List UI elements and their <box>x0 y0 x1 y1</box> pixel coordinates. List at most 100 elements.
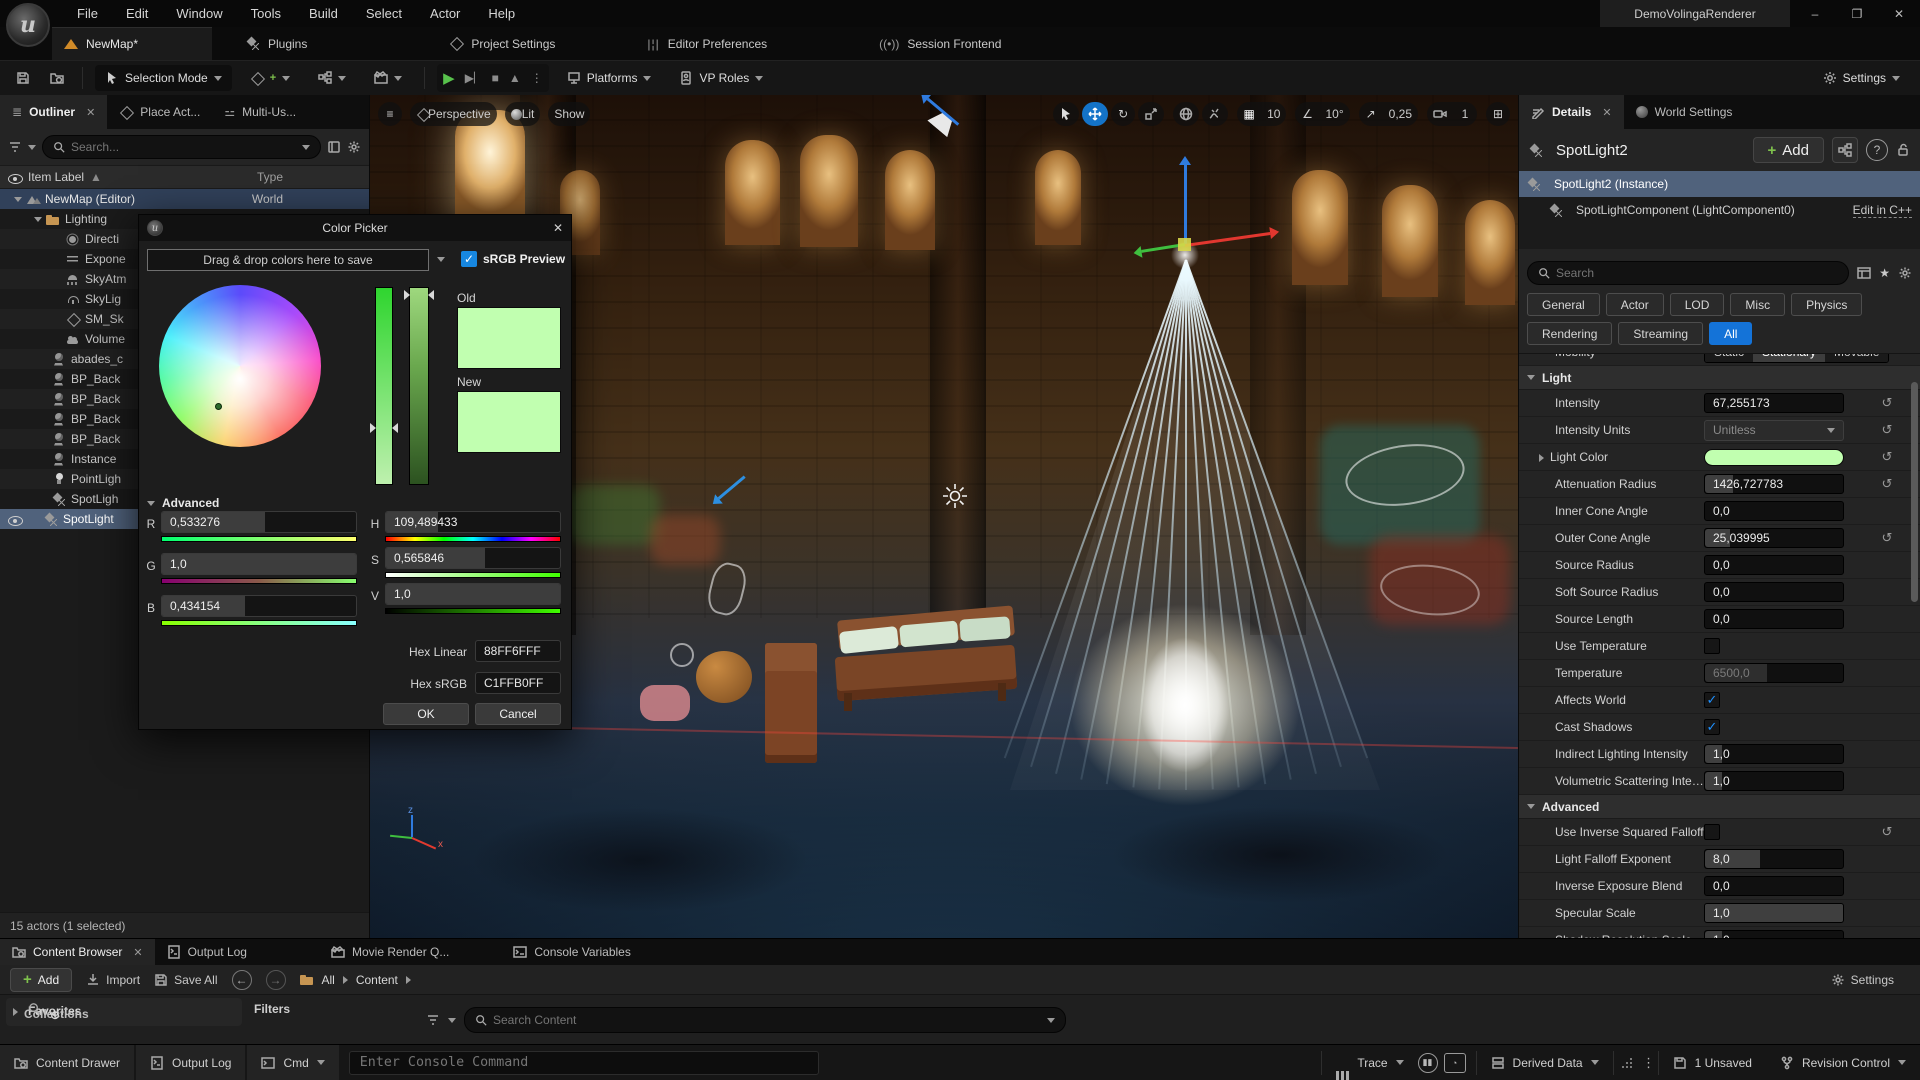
temperature-input[interactable]: 6500,0 <box>1704 663 1844 683</box>
chip-all[interactable]: All <box>1709 322 1752 345</box>
cb-save-all-button[interactable]: Save All <box>154 973 217 987</box>
section-advanced[interactable]: Advanced <box>1519 795 1920 819</box>
menu-edit[interactable]: Edit <box>113 1 161 26</box>
blueprint-node-icon[interactable] <box>1832 137 1858 163</box>
g-input[interactable]: 1,0 <box>161 553 357 575</box>
saved-search-icon[interactable] <box>327 140 341 154</box>
content-drawer-button[interactable]: Content Drawer <box>0 1045 134 1080</box>
eject-button[interactable]: ▲ <box>509 71 521 85</box>
r-gradient-bar[interactable] <box>161 536 357 542</box>
outliner-row-newmap[interactable]: NewMap (Editor) World <box>0 189 369 209</box>
menu-tools[interactable]: Tools <box>238 1 294 26</box>
tab-output-log[interactable]: Output Log <box>155 939 259 965</box>
chevron-down-icon[interactable] <box>302 145 310 150</box>
platforms-dropdown[interactable]: Platforms <box>557 65 662 91</box>
details-search[interactable] <box>1527 261 1849 285</box>
indirect-lighting-intensity-input[interactable]: 1,0 <box>1704 744 1844 764</box>
close-icon[interactable]: ✕ <box>1602 106 1611 119</box>
scale-snap-toggle[interactable]: ↗ <box>1359 102 1383 126</box>
maximize-button[interactable]: ❐ <box>1836 0 1878 27</box>
tab-world-settings[interactable]: World Settings <box>1624 95 1745 129</box>
scale-tool[interactable] <box>1138 102 1164 126</box>
play-options-kebab-icon[interactable]: ⋮ <box>531 71 543 85</box>
play-button[interactable]: ▶ <box>443 69 455 87</box>
details-settings-gear-icon[interactable] <box>1898 266 1912 280</box>
tab-outliner[interactable]: ≣ Outliner✕ <box>0 95 107 129</box>
kebab-icon[interactable]: ⋮ <box>1640 1055 1658 1071</box>
content-search[interactable] <box>464 1007 1066 1033</box>
trace-dropdown[interactable]: Trace <box>1322 1045 1417 1080</box>
h-input[interactable]: 109,489433 <box>385 511 561 533</box>
reset-icon[interactable]: ↺ <box>1854 824 1920 840</box>
skip-button[interactable]: ▶▏ <box>465 71 482 85</box>
rotate-tool[interactable]: ↻ <box>1111 102 1135 126</box>
section-light[interactable]: Light <box>1519 366 1920 390</box>
point-light-sprite-icon[interactable] <box>942 483 968 512</box>
menu-select[interactable]: Select <box>353 1 415 26</box>
use-temperature-checkbox[interactable] <box>1704 638 1720 654</box>
old-color-swatch[interactable] <box>457 307 561 369</box>
b-gradient-bar[interactable] <box>161 620 357 626</box>
grid-snap-value[interactable]: 10 <box>1261 102 1286 126</box>
select-tool[interactable] <box>1053 102 1079 126</box>
add-collection-icon[interactable]: ⊕ <box>50 1008 60 1022</box>
world-local-globe-icon[interactable] <box>1173 102 1199 126</box>
maximize-viewport-icon[interactable]: ⊞ <box>1486 102 1510 126</box>
chip-streaming[interactable]: Streaming <box>1618 322 1703 345</box>
close-button[interactable]: ✕ <box>1878 0 1920 27</box>
move-tool[interactable] <box>1082 102 1108 126</box>
chip-misc[interactable]: Misc <box>1730 293 1785 316</box>
chip-general[interactable]: General <box>1527 293 1600 316</box>
camera-speed-icon[interactable] <box>1427 102 1453 126</box>
hex-srgb-input[interactable]: C1FFB0FF <box>475 672 561 694</box>
visibility-eye-icon[interactable] <box>8 513 22 526</box>
affects-world-checkbox[interactable]: ✓ <box>1704 692 1720 708</box>
tab-place-actors[interactable]: Place Act... <box>107 95 212 129</box>
close-icon[interactable]: ✕ <box>133 946 142 959</box>
color-wheel[interactable] <box>159 285 321 447</box>
session-frontend-button[interactable]: ((•)) Session Frontend <box>863 27 1017 60</box>
chip-physics[interactable]: Physics <box>1791 293 1862 316</box>
attenuation-radius-input[interactable]: 1426,727783 <box>1704 474 1844 494</box>
project-settings-button[interactable]: Project Settings <box>433 27 571 60</box>
viewport-menu-hamburger-icon[interactable]: ≡ <box>378 102 402 126</box>
tab-level-newmap[interactable]: NewMap* <box>52 27 212 60</box>
trace-pause-icon[interactable]: ▮▮ <box>1418 1053 1438 1073</box>
color-theme-dropzone[interactable]: Drag & drop colors here to save <box>147 249 429 271</box>
camera-speed-value[interactable]: 1 <box>1453 102 1477 126</box>
output-log-button[interactable]: Output Log <box>136 1045 245 1080</box>
g-gradient-bar[interactable] <box>161 578 357 584</box>
crumb-all[interactable]: All <box>322 973 335 987</box>
outer-cone-angle-input[interactable]: 25,039995 <box>1704 528 1844 548</box>
menu-window[interactable]: Window <box>163 1 235 26</box>
minimize-button[interactable]: – <box>1794 0 1836 27</box>
component-row-spotlightcomponent[interactable]: SpotLightComponent (LightComponent0) Edi… <box>1519 197 1920 223</box>
add-component-button[interactable]: +Add <box>1753 137 1824 163</box>
outliner-column-header[interactable]: Item Label ▲ Type <box>0 165 369 189</box>
plugins-button[interactable]: Plugins <box>230 27 323 60</box>
hex-linear-input[interactable]: 88FF6FFF <box>475 640 561 662</box>
insights-grid-icon[interactable] <box>1614 1056 1640 1070</box>
light-falloff-exponent-input[interactable]: 8,0 <box>1704 849 1844 869</box>
cb-import-button[interactable]: Import <box>86 973 140 987</box>
trace-snapshot-icon[interactable]: ◔ <box>1444 1053 1466 1073</box>
cinematics-dropdown[interactable] <box>364 65 412 91</box>
selection-mode-dropdown[interactable]: Selection Mode <box>95 65 232 91</box>
favorites-star-icon[interactable]: ★ <box>1879 266 1890 280</box>
details-search-input[interactable] <box>1556 266 1838 280</box>
unsaved-button[interactable]: 1 Unsaved <box>1659 1045 1766 1080</box>
chip-lod[interactable]: LOD <box>1670 293 1725 316</box>
tab-console-variables[interactable]: Console Variables <box>501 939 643 965</box>
grid-snap-toggle[interactable]: ▦ <box>1237 102 1261 126</box>
revision-control-dropdown[interactable]: Revision Control <box>1766 1045 1920 1080</box>
scale-snap-value[interactable]: 0,25 <box>1383 102 1418 126</box>
inverse-exposure-blend-input[interactable]: 0,0 <box>1704 876 1844 896</box>
rotation-snap-toggle[interactable]: ∠ <box>1295 102 1319 126</box>
h-gradient-bar[interactable] <box>385 536 561 542</box>
srgb-preview-checkbox[interactable]: ✓ sRGB Preview <box>461 251 565 267</box>
add-actor-dropdown[interactable]: + <box>240 65 300 91</box>
chevron-down-icon[interactable] <box>1047 1018 1055 1023</box>
tab-multi-user[interactable]: ⚍ Multi-Us... <box>212 95 308 129</box>
menu-help[interactable]: Help <box>475 1 528 26</box>
outliner-search[interactable] <box>42 135 321 159</box>
